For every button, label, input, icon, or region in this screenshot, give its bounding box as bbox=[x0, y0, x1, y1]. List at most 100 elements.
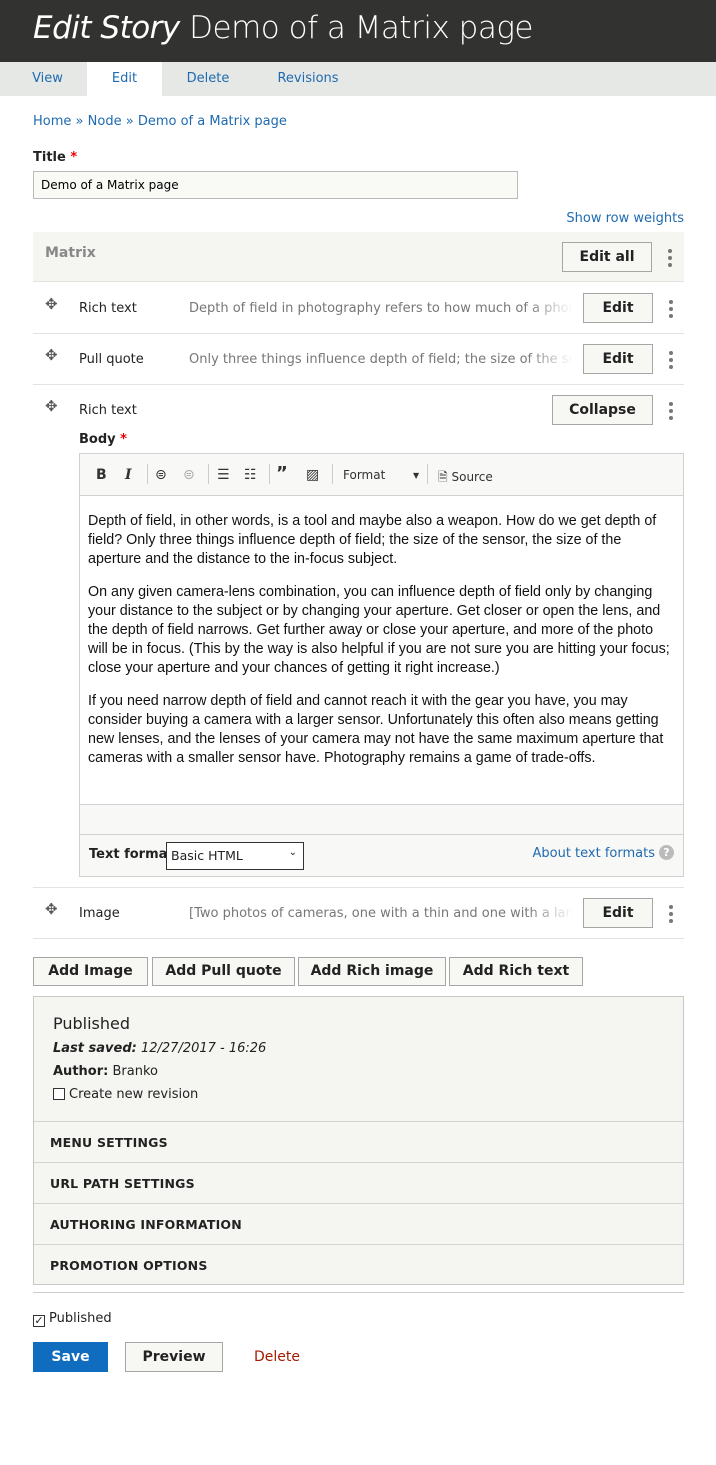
title-label: Title * bbox=[33, 150, 77, 165]
more-icon[interactable] bbox=[668, 249, 672, 270]
more-icon[interactable] bbox=[669, 402, 673, 423]
tab-edit[interactable]: Edit bbox=[87, 62, 162, 96]
more-icon[interactable] bbox=[669, 351, 673, 372]
published-toggle[interactable]: ✓ Published bbox=[33, 1311, 112, 1327]
page-title: Demo of a Matrix page bbox=[189, 10, 533, 46]
matrix-row: ✥ Rich text Depth of field in photograph… bbox=[33, 283, 684, 334]
body-label-text: Body bbox=[79, 432, 116, 447]
delete-link[interactable]: Delete bbox=[254, 1349, 300, 1365]
collapse-button[interactable]: Collapse bbox=[552, 395, 653, 425]
caret-down-icon: ▼ bbox=[413, 471, 420, 480]
matrix-row: ✥ Pull quote Only three things influence… bbox=[33, 334, 684, 385]
bold-button[interactable]: B bbox=[96, 467, 107, 483]
row-type: Rich text bbox=[79, 403, 137, 418]
breadcrumb-current[interactable]: Demo of a Matrix page bbox=[138, 114, 287, 129]
blockquote-icon[interactable]: ” bbox=[276, 463, 288, 484]
new-revision[interactable]: Create new revision bbox=[53, 1087, 198, 1102]
drag-handle-icon[interactable]: ✥ bbox=[45, 295, 58, 313]
edit-button[interactable]: Edit bbox=[583, 344, 653, 374]
italic-button[interactable]: I bbox=[125, 467, 132, 483]
paragraph: Depth of field, in other words, is a too… bbox=[88, 513, 657, 567]
drag-handle-icon[interactable]: ✥ bbox=[45, 397, 58, 415]
body-label: Body * bbox=[79, 432, 127, 447]
add-rich-text-button[interactable]: Add Rich text bbox=[449, 957, 583, 986]
format-dropdown[interactable]: Format ▼ bbox=[343, 468, 419, 482]
publish-status: Published bbox=[53, 1014, 131, 1033]
row-type: Image bbox=[79, 906, 120, 921]
divider bbox=[33, 1292, 684, 1293]
add-pull-quote-button[interactable]: Add Pull quote bbox=[152, 957, 295, 986]
new-revision-checkbox[interactable] bbox=[53, 1088, 65, 1100]
row-type: Rich text bbox=[79, 301, 137, 316]
page-header: Edit Story Demo of a Matrix page bbox=[0, 0, 716, 62]
tab-revisions[interactable]: Revisions bbox=[262, 62, 354, 96]
tab-view[interactable]: View bbox=[0, 62, 95, 96]
new-revision-label: Create new revision bbox=[69, 1087, 199, 1102]
help-icon[interactable]: ? bbox=[659, 845, 674, 860]
published-checkbox[interactable]: ✓ bbox=[33, 1315, 45, 1327]
text-format-value: Basic HTML bbox=[171, 848, 243, 863]
last-saved-value: 12/27/2017 - 16:26 bbox=[140, 1041, 267, 1056]
text-format-bar: Text format Basic HTML ⌄ About text forma… bbox=[80, 834, 683, 876]
meta-sidebar: Published Last saved: 12/27/2017 - 16:26… bbox=[33, 996, 684, 1285]
edit-button[interactable]: Edit bbox=[583, 898, 653, 928]
drag-handle-icon[interactable]: ✥ bbox=[45, 346, 58, 364]
preview-button[interactable]: Preview bbox=[125, 1342, 223, 1372]
about-text-formats-link[interactable]: About text formats bbox=[532, 846, 655, 861]
editor-toolbar: B I ⊜ ⊜ ☰ ☷ ” ▨ Format ▼ 🗎 Source bbox=[80, 454, 683, 496]
rich-text-editor: B I ⊜ ⊜ ☰ ☷ ” ▨ Format ▼ 🗎 Source Depth o… bbox=[79, 453, 684, 877]
edit-all-button[interactable]: Edit all bbox=[562, 242, 652, 272]
last-saved: Last saved: 12/27/2017 - 16:26 bbox=[53, 1041, 266, 1056]
more-icon[interactable] bbox=[669, 300, 673, 321]
breadcrumb-node[interactable]: Node bbox=[88, 114, 122, 129]
chevron-down-icon: ⌄ bbox=[288, 847, 297, 858]
text-format-select[interactable]: Basic HTML ⌄ bbox=[166, 842, 304, 870]
title-label-text: Title bbox=[33, 150, 66, 165]
author-value: Branko bbox=[112, 1064, 158, 1079]
url-path-settings-section[interactable]: URL PATH SETTINGS bbox=[34, 1162, 683, 1203]
author-label: Author: bbox=[53, 1064, 109, 1079]
edit-button[interactable]: Edit bbox=[583, 293, 653, 323]
tabs: View Edit Delete Revisions bbox=[0, 62, 716, 96]
row-type: Pull quote bbox=[79, 352, 144, 367]
image-icon[interactable]: ▨ bbox=[306, 467, 319, 483]
show-row-weights-link[interactable]: Show row weights bbox=[566, 211, 684, 226]
tab-delete[interactable]: Delete bbox=[168, 62, 248, 96]
title-input[interactable] bbox=[33, 171, 518, 199]
published-label: Published bbox=[49, 1311, 112, 1326]
breadcrumb-home[interactable]: Home bbox=[33, 114, 71, 129]
last-saved-label: Last saved: bbox=[53, 1041, 137, 1056]
row-summary: Only three things influence depth of fie… bbox=[189, 352, 573, 367]
numbered-list-icon[interactable]: ☷ bbox=[244, 467, 257, 483]
drag-handle-icon[interactable]: ✥ bbox=[45, 900, 58, 918]
matrix-header: Matrix Edit all bbox=[33, 232, 684, 282]
row-summary: [Two photos of cameras, one with a thin … bbox=[189, 906, 573, 921]
matrix-row: ✥ Image [Two photos of cameras, one with… bbox=[33, 888, 684, 939]
more-icon[interactable] bbox=[669, 905, 673, 926]
source-button[interactable]: 🗎 Source bbox=[438, 468, 493, 489]
unlink-icon[interactable]: ⊜ bbox=[183, 467, 195, 483]
breadcrumb-sep: » bbox=[75, 114, 84, 129]
paragraph: On any given camera-lens combination, yo… bbox=[88, 584, 670, 676]
required-marker: * bbox=[120, 432, 127, 447]
author: Author: Branko bbox=[53, 1064, 158, 1079]
bulleted-list-icon[interactable]: ☰ bbox=[217, 467, 230, 483]
promotion-options-section[interactable]: PROMOTION OPTIONS bbox=[34, 1244, 683, 1285]
add-image-button[interactable]: Add Image bbox=[33, 957, 148, 986]
page-title-prefix: Edit Story bbox=[33, 10, 180, 46]
menu-settings-section[interactable]: MENU SETTINGS bbox=[34, 1121, 683, 1162]
row-summary: Depth of field in photography refers to … bbox=[189, 301, 573, 316]
source-icon: 🗎 bbox=[438, 470, 448, 484]
source-label: Source bbox=[451, 470, 493, 484]
editor-content[interactable]: Depth of field, in other words, is a too… bbox=[80, 496, 683, 805]
format-label: Format bbox=[343, 468, 386, 482]
required-marker: * bbox=[70, 150, 78, 165]
paragraph: If you need narrow depth of field and ca… bbox=[88, 693, 664, 766]
link-icon[interactable]: ⊜ bbox=[155, 467, 167, 483]
breadcrumb: Home » Node » Demo of a Matrix page bbox=[33, 114, 287, 129]
text-format-label: Text format bbox=[89, 847, 174, 862]
save-button[interactable]: Save bbox=[33, 1342, 108, 1372]
authoring-information-section[interactable]: AUTHORING INFORMATION bbox=[34, 1203, 683, 1244]
breadcrumb-sep: » bbox=[125, 114, 134, 129]
add-rich-image-button[interactable]: Add Rich image bbox=[298, 957, 446, 986]
